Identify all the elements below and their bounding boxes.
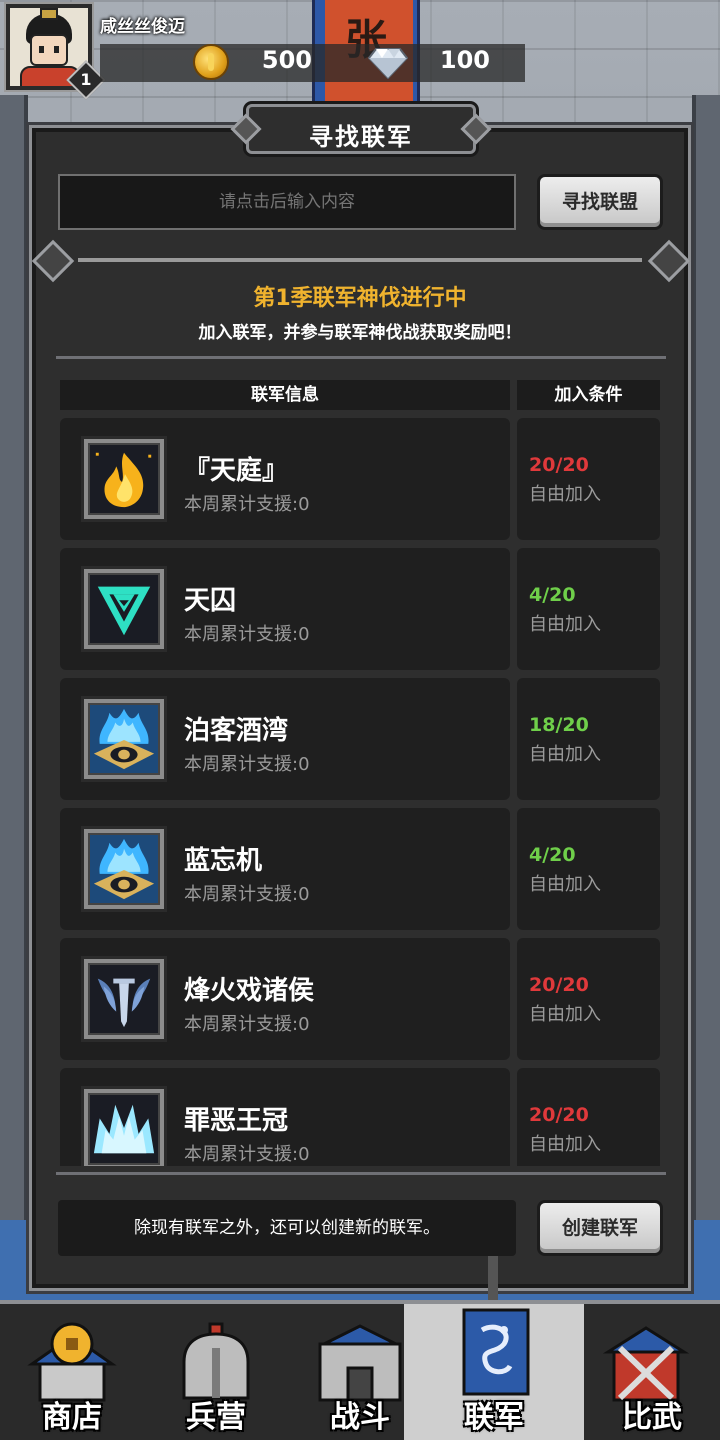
join-type: 自由加入 bbox=[529, 874, 601, 895]
alliance-condition-cell: 4/20 自由加入 bbox=[517, 808, 660, 930]
alliance-info-cell[interactable]: 天囚 本周累计支援:0 bbox=[60, 548, 510, 670]
join-type: 自由加入 bbox=[529, 484, 601, 505]
join-type: 自由加入 bbox=[529, 1134, 601, 1155]
panel-title-plate: 寻找联军 bbox=[230, 104, 492, 154]
alliance-name: 烽火戏诸侯 bbox=[184, 976, 315, 1006]
alliance-weekly-support: 本周累计支援:0 bbox=[184, 1014, 310, 1035]
nav-tab-barracks[interactable]: 兵营 bbox=[144, 1304, 288, 1440]
alliance-row[interactable]: 罪恶王冠 本周累计支援:0 20/20 自由加入 bbox=[60, 1068, 660, 1166]
join-type: 自由加入 bbox=[529, 1004, 601, 1025]
alliance-list[interactable]: 『天庭』 本周累计支援:0 20/20 自由加入 天囚 本周累计支援:0 4/2… bbox=[60, 418, 660, 1166]
flag-pole bbox=[488, 1256, 498, 1306]
join-type: 自由加入 bbox=[529, 744, 601, 765]
nav-label-arena: 比武 bbox=[622, 1400, 682, 1435]
nav-label-alliance: 联军 bbox=[464, 1400, 524, 1435]
diamond-amount: 100 bbox=[439, 46, 490, 74]
member-count: 20/20 bbox=[529, 974, 589, 996]
alliance-condition-cell: 20/20 自由加入 bbox=[517, 938, 660, 1060]
create-hint-text: 除现有联军之外，还可以创建新的联军。 bbox=[58, 1200, 516, 1256]
alliance-info-cell[interactable]: 烽火戏诸侯 本周累计支援:0 bbox=[60, 938, 510, 1060]
player-name: 咸丝丝俊迈 bbox=[100, 17, 185, 37]
alliance-weekly-support: 本周累计支援:0 bbox=[184, 1144, 310, 1165]
blue-flame-eye-emblem-icon bbox=[81, 826, 167, 912]
divider-bottom bbox=[56, 1172, 666, 1175]
alliance-name: 『天庭』 bbox=[184, 456, 289, 486]
alliance-row[interactable]: 天囚 本周累计支援:0 4/20 自由加入 bbox=[60, 548, 660, 670]
alliance-name: 蓝忘机 bbox=[184, 846, 263, 876]
season-title: 第1季联军神伐进行中 bbox=[253, 286, 467, 311]
dragon-banner-icon bbox=[462, 1308, 530, 1396]
gold-coin-icon bbox=[193, 44, 229, 80]
winged-sword-emblem-icon bbox=[81, 956, 167, 1042]
divider-mid bbox=[56, 356, 666, 359]
alliance-name: 罪恶王冠 bbox=[184, 1106, 289, 1136]
alliance-row[interactable]: 『天庭』 本周累计支援:0 20/20 自由加入 bbox=[60, 418, 660, 540]
bottom-nav: 商店 兵营 战斗 联军 比武 bbox=[0, 1300, 720, 1440]
triangle-emblem-icon bbox=[81, 566, 167, 652]
player-level: 1 bbox=[80, 70, 92, 89]
blue-flame-eye-emblem-icon bbox=[81, 696, 167, 782]
alliance-row[interactable]: 蓝忘机 本周累计支援:0 4/20 自由加入 bbox=[60, 808, 660, 930]
alliance-weekly-support: 本周累计支援:0 bbox=[184, 754, 310, 775]
alliance-weekly-support: 本周累计支援:0 bbox=[184, 624, 310, 645]
alliance-condition-cell: 18/20 自由加入 bbox=[517, 678, 660, 800]
season-subtitle: 加入联军，并参与联军神伐战获取奖励吧！ bbox=[198, 323, 522, 343]
member-count: 20/20 bbox=[529, 454, 589, 476]
alliance-info-cell[interactable]: 『天庭』 本周累计支援:0 bbox=[60, 418, 510, 540]
alliance-weekly-support: 本周累计支援:0 bbox=[184, 494, 310, 515]
alliance-condition-cell: 20/20 自由加入 bbox=[517, 418, 660, 540]
divider-top bbox=[78, 258, 642, 262]
member-count: 4/20 bbox=[529, 584, 576, 606]
nav-tab-shop[interactable]: 商店 bbox=[0, 1304, 144, 1440]
column-header-info: 联军信息 bbox=[60, 380, 510, 410]
diamond-icon bbox=[368, 48, 408, 79]
alliance-row[interactable]: 烽火戏诸侯 本周累计支援:0 20/20 自由加入 bbox=[60, 938, 660, 1060]
nav-label-barracks: 兵营 bbox=[186, 1400, 246, 1435]
castle-tower-right bbox=[692, 95, 720, 1295]
alliance-name: 天囚 bbox=[184, 586, 237, 616]
alliance-info-cell[interactable]: 泊客酒湾 本周累计支援:0 bbox=[60, 678, 510, 800]
flame-emblem-icon bbox=[81, 436, 167, 522]
create-alliance-button[interactable]: 创建联军 bbox=[537, 1200, 663, 1256]
alliance-condition-cell: 20/20 自由加入 bbox=[517, 1068, 660, 1166]
column-header-condition: 加入条件 bbox=[517, 380, 660, 410]
nav-tab-arena[interactable]: 比武 bbox=[584, 1304, 720, 1440]
member-count: 20/20 bbox=[529, 1104, 589, 1126]
nav-label-shop: 商店 bbox=[42, 1400, 102, 1435]
alliance-condition-cell: 4/20 自由加入 bbox=[517, 548, 660, 670]
alliance-info-cell[interactable]: 罪恶王冠 本周累计支援:0 bbox=[60, 1068, 510, 1166]
gold-amount: 500 bbox=[261, 46, 312, 74]
castle-tower-left bbox=[0, 95, 28, 1295]
member-count: 18/20 bbox=[529, 714, 589, 736]
alliance-name: 泊客酒湾 bbox=[184, 716, 289, 746]
alliance-row[interactable]: 泊客酒湾 本周累计支援:0 18/20 自由加入 bbox=[60, 678, 660, 800]
panel-title: 寻找联军 bbox=[309, 123, 413, 151]
join-type: 自由加入 bbox=[529, 614, 601, 635]
alliance-search-input[interactable] bbox=[58, 174, 516, 230]
alliance-weekly-support: 本周累计支援:0 bbox=[184, 884, 310, 905]
find-alliance-button[interactable]: 寻找联盟 bbox=[537, 174, 663, 230]
alliance-info-cell[interactable]: 蓝忘机 本周累计支援:0 bbox=[60, 808, 510, 930]
nav-tab-alliance[interactable]: 联军 bbox=[404, 1304, 584, 1440]
member-count: 4/20 bbox=[529, 844, 576, 866]
ice-crown-emblem-icon bbox=[81, 1086, 167, 1166]
